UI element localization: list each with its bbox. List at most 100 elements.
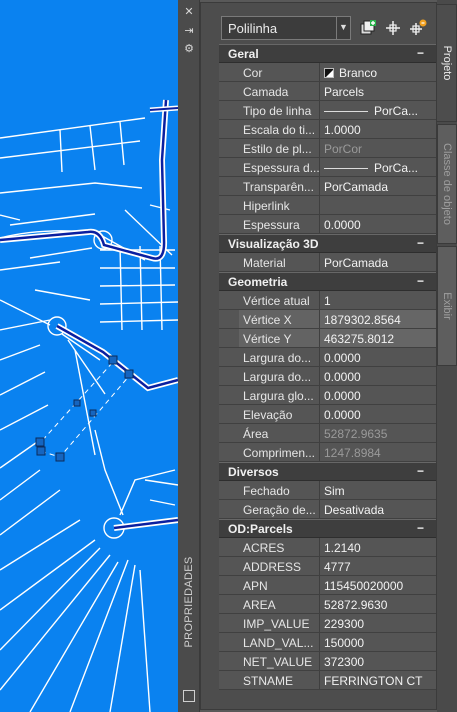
grip xyxy=(124,369,134,379)
property-value[interactable]: Branco xyxy=(320,63,436,81)
collapse-icon[interactable]: − xyxy=(417,236,424,250)
property-row-largura-inicial[interactable]: Largura do... 0.0000 xyxy=(219,348,436,367)
property-row-stname[interactable]: STNAME FERRINGTON CT xyxy=(219,671,436,690)
tab-classe-de-objeto[interactable]: Classe de objeto xyxy=(437,124,457,244)
property-row-address[interactable]: ADDRESS 4777 xyxy=(219,557,436,576)
property-key: Espessura xyxy=(239,215,320,233)
palette-settings-icon[interactable] xyxy=(183,690,195,702)
property-value[interactable]: 0.0000 xyxy=(320,386,436,404)
property-key: LAND_VAL... xyxy=(239,633,320,651)
properties-menu-icon[interactable]: ⚙ xyxy=(182,42,196,56)
property-value[interactable]: Sim xyxy=(320,481,436,499)
object-type-select[interactable]: Polilinha ▼ xyxy=(221,16,351,40)
property-value[interactable]: 115450020000 xyxy=(320,576,436,594)
property-value[interactable]: FERRINGTON CT xyxy=(320,671,436,689)
property-row-espessura[interactable]: Espessura 0.0000 xyxy=(219,215,436,234)
section-title: Visualização 3D xyxy=(228,237,319,251)
property-row-area: Área 52872.9635 xyxy=(219,424,436,443)
chevron-down-icon[interactable]: ▼ xyxy=(336,17,350,39)
property-value[interactable]: 1.0000 xyxy=(320,120,436,138)
property-value[interactable] xyxy=(320,196,436,214)
property-row-land-value[interactable]: LAND_VAL... 150000 xyxy=(219,633,436,652)
property-key: Área xyxy=(239,424,320,442)
property-row-hiperlink[interactable]: Hiperlink xyxy=(219,196,436,215)
close-icon[interactable]: ✕ xyxy=(182,5,196,19)
select-objects-icon[interactable] xyxy=(384,19,402,37)
property-value[interactable]: 0.0000 xyxy=(320,367,436,385)
color-swatch-icon xyxy=(324,68,334,78)
property-key: Tipo de linha xyxy=(239,101,320,119)
property-value[interactable]: 463275.8012 xyxy=(320,329,436,347)
section-visualizacao-3d[interactable]: Visualização 3D − xyxy=(219,234,436,253)
property-value[interactable]: 1879302.8564 xyxy=(320,310,436,328)
property-row-cor[interactable]: Cor Branco xyxy=(219,63,436,82)
linetype-sample-icon xyxy=(324,111,368,113)
collapse-icon[interactable]: − xyxy=(417,521,424,535)
property-value[interactable]: PorCamada xyxy=(320,177,436,195)
property-value[interactable]: 4777 xyxy=(320,557,436,575)
property-row-estilo[interactable]: Estilo de pl... PorCor xyxy=(219,139,436,158)
property-value[interactable]: 372300 xyxy=(320,652,436,670)
property-row-geracao[interactable]: Geração de... Desativada xyxy=(219,500,436,519)
property-value[interactable]: Parcels xyxy=(320,82,436,100)
property-row-espessura-linha[interactable]: Espessura d... PorCa... xyxy=(219,158,436,177)
property-key: Escala do ti... xyxy=(239,120,320,138)
property-key: Espessura d... xyxy=(239,158,320,176)
collapse-icon[interactable]: − xyxy=(417,274,424,288)
property-row-acres[interactable]: ACRES 1.2140 xyxy=(219,538,436,557)
property-row-vertice-y[interactable]: Vértice Y 463275.8012 xyxy=(219,329,436,348)
property-row-transparencia[interactable]: Transparên... PorCamada xyxy=(219,177,436,196)
property-row-vertice-x[interactable]: Vértice X 1879302.8564 xyxy=(219,310,436,329)
tab-projeto[interactable]: Projeto xyxy=(437,4,457,122)
property-value[interactable]: 1 xyxy=(320,291,436,309)
property-row-imp-value[interactable]: IMP_VALUE 229300 xyxy=(219,614,436,633)
section-title: OD:Parcels xyxy=(228,522,293,536)
property-row-material[interactable]: Material PorCamada xyxy=(219,253,436,272)
toggle-pickadd-icon[interactable] xyxy=(409,19,427,37)
tab-exibir[interactable]: Exibir xyxy=(437,246,457,366)
section-geometria[interactable]: Geometria − xyxy=(219,272,436,291)
section-od-parcels[interactable]: OD:Parcels − xyxy=(219,519,436,538)
property-row-tipo-de-linha[interactable]: Tipo de linha PorCa... xyxy=(219,101,436,120)
property-row-apn[interactable]: APN 115450020000 xyxy=(219,576,436,595)
property-value[interactable]: Desativada xyxy=(320,500,436,518)
section-geral[interactable]: Geral − xyxy=(219,44,436,63)
property-value[interactable]: PorCa... xyxy=(320,158,436,176)
property-row-area-od[interactable]: AREA 52872.9630 xyxy=(219,595,436,614)
property-value[interactable]: 52872.9630 xyxy=(320,595,436,613)
collapse-icon[interactable]: − xyxy=(417,464,424,478)
collapse-icon[interactable]: − xyxy=(417,46,424,60)
property-row-net-value[interactable]: NET_VALUE 372300 xyxy=(219,652,436,671)
section-title: Geral xyxy=(228,47,259,61)
property-key: Comprimen... xyxy=(239,443,320,461)
palette-title: PROPRIEDADES xyxy=(183,556,195,648)
property-row-largura-global[interactable]: Largura glo... 0.0000 xyxy=(219,386,436,405)
property-value[interactable]: 0.0000 xyxy=(320,348,436,366)
lineweight-sample-icon xyxy=(324,168,368,170)
object-type-value: Polilinha xyxy=(228,21,278,36)
property-value[interactable]: 150000 xyxy=(320,633,436,651)
section-diversos[interactable]: Diversos − xyxy=(219,462,436,481)
property-value[interactable]: PorCa... xyxy=(320,101,436,119)
quick-select-icon[interactable] xyxy=(359,19,377,37)
property-value[interactable]: 229300 xyxy=(320,614,436,632)
property-row-camada[interactable]: Camada Parcels xyxy=(219,82,436,101)
property-value[interactable]: 0.0000 xyxy=(320,405,436,423)
palette-title-bar[interactable]: ✕ ⇥ ⚙ PROPRIEDADES xyxy=(178,0,200,712)
property-value[interactable]: 0.0000 xyxy=(320,215,436,233)
property-key: Elevação xyxy=(239,405,320,423)
property-row-largura-final[interactable]: Largura do... 0.0000 xyxy=(219,367,436,386)
property-value[interactable]: PorCamada xyxy=(320,253,436,271)
property-row-vertice-atual[interactable]: Vértice atual 1 xyxy=(219,291,436,310)
property-row-escala[interactable]: Escala do ti... 1.0000 xyxy=(219,120,436,139)
autohide-icon[interactable]: ⇥ xyxy=(182,24,196,38)
palette-tabs: Projeto Classe de objeto Exibir xyxy=(437,0,457,712)
property-key: NET_VALUE xyxy=(239,652,320,670)
property-row-fechado[interactable]: Fechado Sim xyxy=(219,481,436,500)
property-value[interactable]: 1.2140 xyxy=(320,538,436,556)
property-row-elevacao[interactable]: Elevação 0.0000 xyxy=(219,405,436,424)
property-key: ACRES xyxy=(239,538,320,556)
property-value: 1247.8984 xyxy=(324,446,381,460)
property-key: IMP_VALUE xyxy=(239,614,320,632)
property-key: Largura glo... xyxy=(239,386,320,404)
